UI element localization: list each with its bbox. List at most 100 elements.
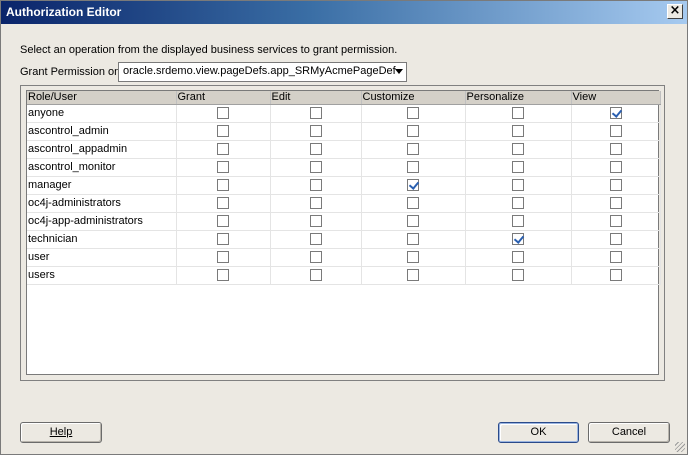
- role-name-cell: anyone: [27, 104, 177, 123]
- grant-checkbox[interactable]: [217, 125, 229, 138]
- grant-checkbox[interactable]: [217, 197, 229, 210]
- grant-checkbox[interactable]: [217, 179, 229, 192]
- permission-cell: [571, 194, 661, 213]
- permission-cell: [176, 104, 271, 123]
- grant-checkbox[interactable]: [217, 161, 229, 174]
- personalize-checkbox[interactable]: [512, 233, 524, 246]
- operation-select-value: oracle.srdemo.view.pageDefs.app_SRMyAcme…: [123, 65, 396, 77]
- table-row[interactable]: ascontrol_admin: [27, 122, 661, 141]
- customize-checkbox[interactable]: [407, 143, 419, 156]
- view-checkbox[interactable]: [609, 161, 622, 174]
- cancel-button-label: Cancel: [611, 426, 647, 438]
- customize-checkbox[interactable]: [407, 161, 419, 174]
- personalize-checkbox[interactable]: [512, 269, 524, 282]
- permission-cell: [571, 158, 661, 177]
- customize-checkbox[interactable]: [407, 215, 419, 228]
- permission-cell: [176, 140, 271, 159]
- permission-cell: [571, 248, 661, 267]
- table-row[interactable]: ascontrol_monitor: [27, 158, 661, 177]
- table-row[interactable]: ascontrol_appadmin: [27, 140, 661, 159]
- table-row[interactable]: manager: [27, 176, 661, 195]
- role-name-cell: ascontrol_monitor: [27, 158, 177, 177]
- customize-checkbox[interactable]: [407, 179, 419, 192]
- personalize-checkbox[interactable]: [512, 197, 524, 210]
- column-header-personalize[interactable]: Personalize: [465, 91, 572, 105]
- grant-checkbox[interactable]: [217, 215, 229, 228]
- permission-cell: [270, 266, 362, 285]
- view-checkbox[interactable]: [609, 125, 622, 138]
- permission-cell: [465, 104, 572, 123]
- permission-cell: [465, 140, 572, 159]
- permission-cell: [361, 230, 466, 249]
- edit-checkbox[interactable]: [309, 125, 322, 138]
- title-bar[interactable]: Authorization Editor ×: [1, 1, 687, 24]
- view-checkbox[interactable]: [609, 197, 622, 210]
- permission-cell: [270, 248, 362, 267]
- role-name-cell: ascontrol_appadmin: [27, 140, 177, 159]
- permission-cell: [571, 104, 661, 123]
- permission-cell: [270, 104, 362, 123]
- column-header-edit[interactable]: Edit: [270, 91, 362, 105]
- ok-button[interactable]: OK: [498, 422, 579, 443]
- chevron-down-icon[interactable]: [395, 69, 403, 74]
- column-header-view[interactable]: View: [571, 91, 661, 105]
- view-checkbox[interactable]: [609, 251, 622, 264]
- customize-checkbox[interactable]: [407, 269, 419, 282]
- edit-checkbox[interactable]: [309, 215, 322, 228]
- table-row[interactable]: anyone: [27, 104, 661, 123]
- customize-checkbox[interactable]: [407, 107, 419, 120]
- edit-checkbox[interactable]: [309, 251, 322, 264]
- grant-checkbox[interactable]: [217, 107, 229, 120]
- view-checkbox[interactable]: [609, 179, 622, 192]
- personalize-checkbox[interactable]: [512, 107, 524, 120]
- edit-checkbox[interactable]: [309, 233, 322, 246]
- view-checkbox[interactable]: [609, 233, 622, 246]
- permission-cell: [571, 176, 661, 195]
- personalize-checkbox[interactable]: [512, 251, 524, 264]
- table-row[interactable]: oc4j-administrators: [27, 194, 661, 213]
- cancel-button[interactable]: Cancel: [588, 422, 670, 443]
- column-header-grant[interactable]: Grant: [176, 91, 271, 105]
- permission-cell: [176, 266, 271, 285]
- edit-checkbox[interactable]: [309, 143, 322, 156]
- resize-grip-icon[interactable]: [675, 442, 685, 452]
- grant-checkbox[interactable]: [217, 269, 229, 282]
- table-row[interactable]: oc4j-app-administrators: [27, 212, 661, 231]
- grant-checkbox[interactable]: [217, 251, 229, 264]
- customize-checkbox[interactable]: [407, 251, 419, 264]
- column-header-customize[interactable]: Customize: [361, 91, 466, 105]
- personalize-checkbox[interactable]: [512, 161, 524, 174]
- table-row[interactable]: technician: [27, 230, 661, 249]
- table-row[interactable]: user: [27, 248, 661, 267]
- role-name-cell: ascontrol_admin: [27, 122, 177, 141]
- customize-checkbox[interactable]: [407, 197, 419, 210]
- edit-checkbox[interactable]: [309, 161, 322, 174]
- permission-cell: [176, 194, 271, 213]
- personalize-checkbox[interactable]: [512, 215, 524, 228]
- edit-checkbox[interactable]: [309, 269, 322, 282]
- personalize-checkbox[interactable]: [512, 179, 524, 192]
- customize-checkbox[interactable]: [407, 125, 419, 138]
- permission-cell: [465, 266, 572, 285]
- edit-checkbox[interactable]: [309, 179, 322, 192]
- personalize-checkbox[interactable]: [512, 125, 524, 138]
- personalize-checkbox[interactable]: [512, 143, 524, 156]
- permission-cell: [571, 122, 661, 141]
- operation-select[interactable]: oracle.srdemo.view.pageDefs.app_SRMyAcme…: [118, 62, 407, 82]
- grant-checkbox[interactable]: [217, 143, 229, 156]
- grant-checkbox[interactable]: [217, 233, 229, 246]
- permission-cell: [465, 122, 572, 141]
- edit-checkbox[interactable]: [309, 197, 322, 210]
- edit-checkbox[interactable]: [309, 107, 322, 120]
- table-row[interactable]: users: [27, 266, 661, 285]
- view-checkbox[interactable]: [609, 215, 622, 228]
- help-button[interactable]: Help: [20, 422, 102, 443]
- view-checkbox[interactable]: [609, 269, 622, 282]
- column-header-role-user[interactable]: Role/User: [27, 91, 177, 105]
- permission-cell: [571, 230, 661, 249]
- view-checkbox[interactable]: [609, 143, 622, 156]
- view-checkbox[interactable]: [609, 107, 622, 120]
- close-icon[interactable]: ×: [667, 4, 683, 19]
- customize-checkbox[interactable]: [407, 233, 419, 246]
- permission-cell: [361, 158, 466, 177]
